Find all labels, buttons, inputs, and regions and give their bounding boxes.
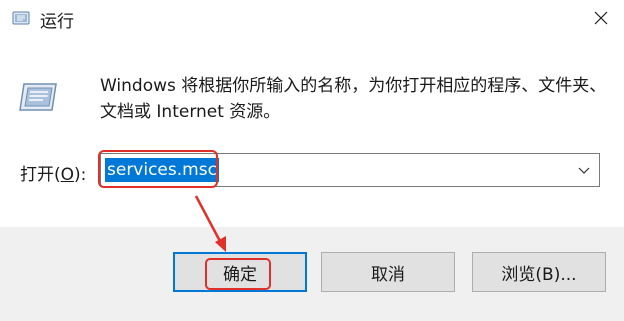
run-dialog: 运行 Windows 将根据你所输入的名称，为你打开相应的程序、文件夹、文档或 … <box>0 0 624 321</box>
run-program-icon <box>19 83 57 111</box>
window-title: 运行 <box>40 12 74 32</box>
dialog-description: Windows 将根据你所输入的名称，为你打开相应的程序、文件夹、文档或 Int… <box>100 76 607 122</box>
browse-button[interactable]: 浏览(B)... <box>472 252 606 292</box>
title-bar: 运行 <box>0 0 624 38</box>
dialog-body <box>0 38 624 227</box>
open-label: 打开(O): <box>20 165 87 185</box>
close-icon <box>594 11 608 25</box>
cancel-button[interactable]: 取消 <box>321 252 455 292</box>
run-dialog-icon <box>12 11 30 25</box>
input-highlight-annotation <box>98 150 218 188</box>
close-button[interactable] <box>578 0 624 36</box>
ok-highlight-annotation <box>205 258 271 290</box>
chevron-down-icon[interactable] <box>577 163 591 177</box>
